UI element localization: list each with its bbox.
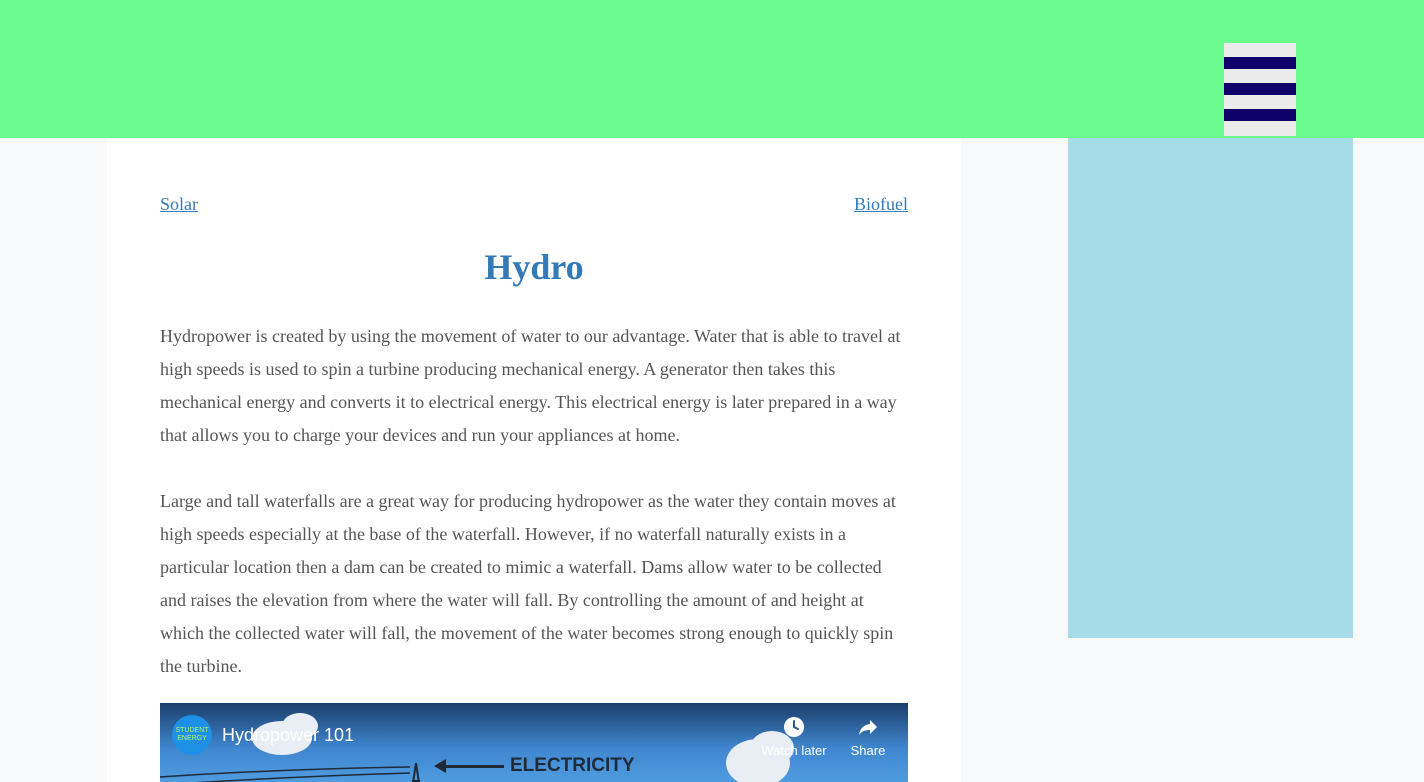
hamburger-icon-bar <box>1224 109 1296 121</box>
clock-icon <box>784 717 804 737</box>
hamburger-icon-bar <box>1224 83 1296 95</box>
video-embed[interactable]: ELECTRICITY STUDENT ENERGY Hydropower 10… <box>160 703 908 782</box>
watch-later-button[interactable]: Watch later <box>756 715 832 758</box>
sidebar-panel <box>1068 138 1353 638</box>
article-paragraph: Large and tall waterfalls are a great wa… <box>160 491 896 676</box>
hamburger-icon <box>1224 57 1296 69</box>
next-page-link[interactable]: Biofuel <box>854 194 908 215</box>
article-paragraph: Hydropower is created by using the movem… <box>160 326 901 445</box>
watch-later-label: Watch later <box>761 743 827 758</box>
channel-logo[interactable]: STUDENT ENERGY <box>172 715 212 755</box>
main-content: Solar Biofuel Hydro Hydropower is create… <box>107 138 961 782</box>
thumbnail-label: ELECTRICITY <box>510 755 635 776</box>
page-title: Hydro <box>484 247 584 287</box>
share-icon <box>859 720 877 735</box>
hamburger-menu-button[interactable] <box>1224 43 1296 136</box>
channel-logo-text: STUDENT ENERGY <box>175 727 209 742</box>
prev-page-link[interactable]: Solar <box>160 194 198 215</box>
site-header <box>0 0 1424 138</box>
video-title[interactable]: Hydropower 101 <box>222 725 354 746</box>
arrow-line <box>442 765 504 768</box>
share-label: Share <box>850 743 886 758</box>
page-nav: Solar Biofuel <box>160 194 908 218</box>
share-button[interactable]: Share <box>844 715 892 758</box>
